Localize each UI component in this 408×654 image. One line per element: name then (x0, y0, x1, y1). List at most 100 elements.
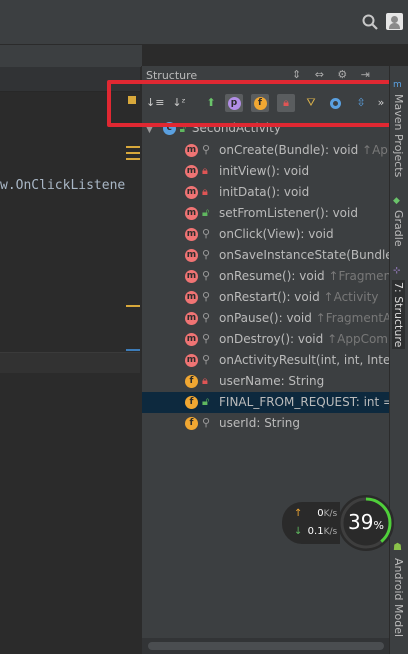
pin-icon: ⚲ (202, 290, 211, 303)
tree-item-label: FINAL_FROM_REQUEST: int = (219, 395, 390, 409)
item-signature: onSaveInstanceState(Bundle): (219, 248, 390, 262)
tree-item[interactable]: m ⚲ onActivityResult(int, int, Intent (142, 350, 390, 371)
tree-item[interactable]: m ⚲ onCreate(Bundle): void ↑AppC (142, 140, 390, 161)
tree-item[interactable]: m 🔒︎ initData(): void (142, 182, 390, 203)
pin-icon: ⚲ (202, 227, 211, 240)
tree-item[interactable]: m 🔓︎ setFromListener(): void (142, 203, 390, 224)
tree-item-label: onPause(): void ↑FragmentAc (219, 311, 390, 325)
gradle-icon: ◆ (393, 196, 400, 206)
upload-arrow-icon: ↑ (294, 508, 303, 519)
gauge-percent-sign: % (373, 519, 384, 532)
method-icon: m (185, 144, 198, 157)
item-signature: onActivityResult(int, int, Intent (219, 353, 390, 367)
gutter-marker[interactable] (126, 305, 140, 307)
tree-item[interactable]: m ⚲ onSaveInstanceState(Bundle): (142, 245, 390, 266)
tree-item[interactable]: f 🔒︎ userName: String (142, 371, 390, 392)
memory-gauge[interactable]: 39% (338, 495, 394, 551)
item-signature: onResume(): void (219, 269, 325, 283)
gutter-marker[interactable] (126, 152, 140, 154)
item-signature: initView(): void (219, 164, 310, 178)
method-icon: m (185, 291, 198, 304)
tree-item-label: onSaveInstanceState(Bundle): (219, 248, 390, 262)
scrollbar-thumb[interactable] (148, 642, 384, 650)
item-signature: onDestroy(): void (219, 332, 324, 346)
lock-icon: 🔓︎ (202, 206, 210, 219)
tree-item[interactable]: f 🔓︎ FINAL_FROM_REQUEST: int = (142, 392, 390, 413)
tree-item[interactable]: m ⚲ onResume(): void ↑FragmentA (142, 266, 390, 287)
tab-maven-projects[interactable]: Maven Projects (392, 94, 405, 177)
item-signature: FINAL_FROM_REQUEST: int = (219, 395, 390, 409)
tab-structure[interactable]: 7: Structure (392, 280, 405, 350)
structure-panel: Structure ⇕ ⇔ ⚙ ⇥ ↓≡ ↓ᶻ ⬆ p f 🔒︎ ⛛ ⇳ » ▼… (141, 66, 390, 654)
tree-item-label: userId: String (219, 416, 390, 430)
field-icon: f (185, 417, 198, 430)
upload-value: 0 (317, 508, 324, 519)
item-signature: onClick(View): void (219, 227, 334, 241)
field-icon: f (185, 375, 198, 388)
tree-item-label: initView(): void (219, 164, 390, 178)
method-icon: m (185, 186, 198, 199)
pin-icon: ⚲ (202, 311, 211, 324)
lock-icon: 🔓︎ (202, 395, 210, 408)
tree-item-label: setFromListener(): void (219, 206, 390, 220)
gutter-marker[interactable] (126, 349, 140, 351)
lock-icon: 🔒︎ (202, 185, 208, 198)
tree-item[interactable]: m ⚲ onDestroy(): void ↑AppComp (142, 329, 390, 350)
upload-speed: ↑ 0K/s (294, 508, 337, 519)
maven-icon: m (393, 80, 402, 90)
download-unit: K/s (323, 527, 338, 537)
pin-icon: ⚲ (202, 353, 211, 366)
tree-item-label: onCreate(Bundle): void ↑AppC (219, 143, 390, 157)
gutter-marker[interactable] (126, 146, 140, 148)
tree-item-label: userName: String (219, 374, 390, 388)
tree-item[interactable]: m ⚲ onRestart(): void ↑Activity (142, 287, 390, 308)
item-signature: userId: String (219, 416, 300, 430)
tree-item-label: onClick(View): void (219, 227, 390, 241)
item-signature: userName: String (219, 374, 325, 388)
item-signature: initData(): void (219, 185, 310, 199)
structure-tab-icon: ⊹ (393, 266, 401, 276)
item-inherited-from: ↑FragmentA (328, 269, 391, 283)
network-speed-widget: ↑ 0K/s ↓ 0.1K/s (282, 502, 340, 544)
method-icon: m (185, 249, 198, 262)
pin-icon: ⚲ (202, 248, 211, 261)
tree-item-label: onActivityResult(int, int, Intent (219, 353, 390, 367)
item-signature: onPause(): void (219, 311, 312, 325)
lock-icon: 🔒︎ (202, 374, 208, 387)
method-icon: m (185, 207, 198, 220)
download-arrow-icon: ↓ (294, 526, 303, 537)
top-toolbar (0, 0, 408, 45)
method-icon: m (185, 228, 198, 241)
tree-item[interactable]: m ⚲ onClick(View): void (142, 224, 390, 245)
tree-item[interactable]: m ⚲ onPause(): void ↑FragmentAc (142, 308, 390, 329)
item-signature: onRestart(): void (219, 290, 320, 304)
tab-android-model[interactable]: Android Model (392, 558, 405, 637)
pin-icon: ⚲ (202, 143, 211, 156)
tab-gradle[interactable]: Gradle (392, 210, 405, 247)
field-icon: f (185, 396, 198, 409)
method-icon: m (185, 270, 198, 283)
user-icon[interactable] (386, 13, 403, 30)
item-signature: onCreate(Bundle): void (219, 143, 359, 157)
method-icon: m (185, 165, 198, 178)
right-tool-sidebar: m Maven Projects ◆ Gradle ⊹ 7: Structure… (389, 66, 408, 654)
editor-tab-strip (0, 45, 142, 67)
item-inherited-from: ↑AppC (362, 143, 390, 157)
pin-icon: ⚲ (202, 416, 211, 429)
method-icon: m (185, 333, 198, 346)
method-icon: m (185, 354, 198, 367)
item-inherited-from: ↑AppComp (323, 332, 390, 346)
tree-item[interactable]: m 🔒︎ initView(): void (142, 161, 390, 182)
code-line[interactable]: w.OnClickListene (0, 178, 140, 193)
gutter-marker[interactable] (126, 158, 140, 160)
item-inherited-from: ↑FragmentAc (311, 311, 390, 325)
upload-unit: K/s (323, 509, 338, 519)
tree-item-label: onDestroy(): void ↑AppComp (219, 332, 390, 346)
tree-item-label: initData(): void (219, 185, 390, 199)
item-signature: setFromListener(): void (219, 206, 358, 220)
horizontal-scrollbar[interactable] (142, 638, 390, 654)
tree-item[interactable]: f ⚲ userId: String (142, 413, 390, 434)
search-icon[interactable] (362, 14, 378, 30)
method-icon: m (185, 312, 198, 325)
lock-icon: 🔒︎ (202, 164, 208, 177)
